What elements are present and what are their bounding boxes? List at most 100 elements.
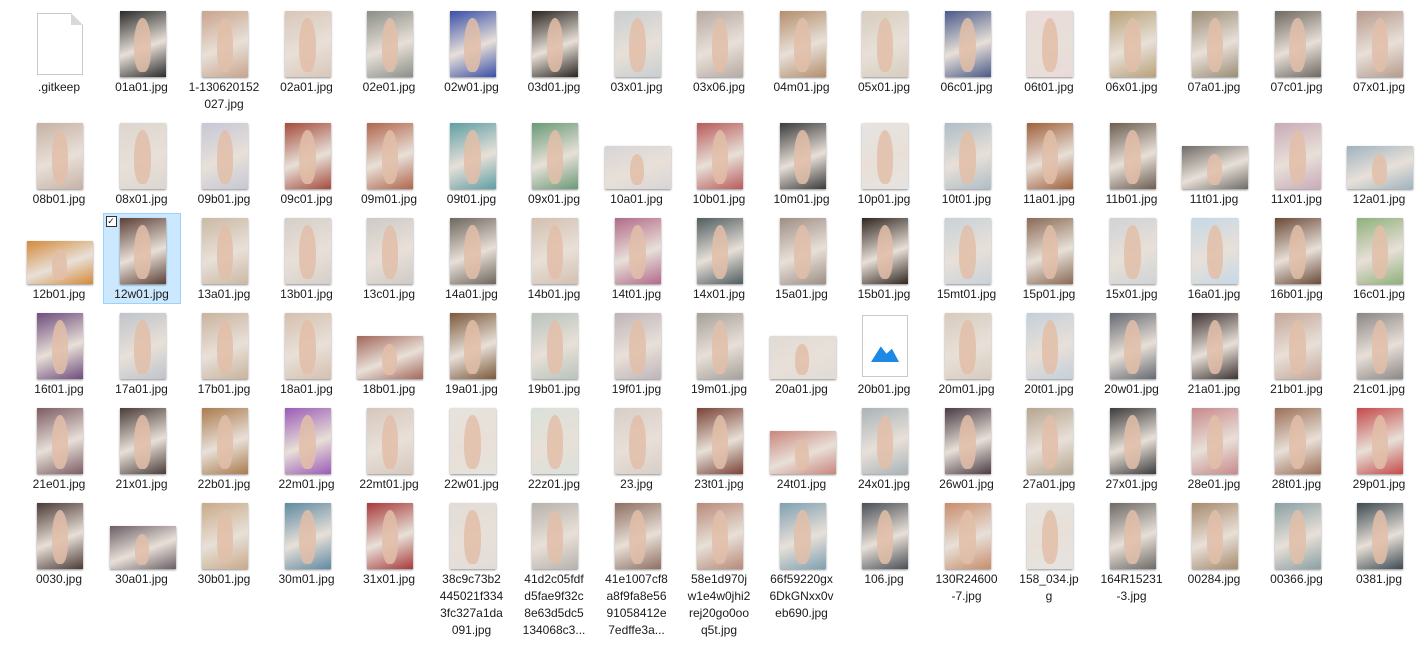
file-item[interactable]: 21a01.jpg (1175, 308, 1253, 399)
file-item[interactable]: 15b01.jpg (845, 213, 923, 304)
file-item[interactable]: 21b01.jpg (1258, 308, 1336, 399)
file-item[interactable]: 27x01.jpg (1093, 403, 1171, 494)
file-item[interactable]: 08b01.jpg (20, 118, 98, 209)
file-item[interactable]: 15p01.jpg (1010, 213, 1088, 304)
file-item[interactable]: 06x01.jpg (1093, 6, 1171, 97)
file-item[interactable]: 09b01.jpg (185, 118, 263, 209)
file-item[interactable]: ✓ 12w01.jpg (102, 213, 181, 304)
file-item[interactable]: 28e01.jpg (1175, 403, 1253, 494)
file-item[interactable]: 31x01.jpg (350, 498, 428, 589)
file-item[interactable]: 23.jpg (598, 403, 676, 494)
file-item[interactable]: 16c01.jpg (1340, 213, 1418, 304)
file-item[interactable]: 22w01.jpg (433, 403, 511, 494)
file-item[interactable]: 14t01.jpg (598, 213, 676, 304)
file-item[interactable]: 03d01.jpg (515, 6, 593, 97)
file-item[interactable]: 158_034.jp g (1010, 498, 1088, 606)
file-item[interactable]: 106.jpg (845, 498, 923, 589)
file-item[interactable]: 22z01.jpg (515, 403, 593, 494)
file-item[interactable]: 02a01.jpg (268, 6, 346, 97)
file-item[interactable]: 13c01.jpg (350, 213, 428, 304)
file-item[interactable]: 06t01.jpg (1010, 6, 1088, 97)
file-item[interactable]: 15x01.jpg (1093, 213, 1171, 304)
file-item[interactable]: 24x01.jpg (845, 403, 923, 494)
file-item[interactable]: 164R15231 -3.jpg (1093, 498, 1171, 606)
file-item[interactable]: 23t01.jpg (680, 403, 758, 494)
file-item[interactable]: 11a01.jpg (1010, 118, 1088, 209)
file-item[interactable]: 12a01.jpg (1340, 118, 1418, 209)
file-item[interactable]: 14x01.jpg (680, 213, 758, 304)
file-item[interactable]: 13a01.jpg (185, 213, 263, 304)
file-item[interactable]: 41d2c05fdf d5fae9f32c 8e63d5dc5 134068c3... (515, 498, 593, 640)
file-item[interactable]: 02w01.jpg (433, 6, 511, 97)
file-item[interactable]: 11t01.jpg (1175, 118, 1253, 209)
file-item[interactable]: 18b01.jpg (350, 308, 428, 399)
file-item[interactable]: 03x06.jpg (680, 6, 758, 97)
file-item[interactable]: 29p01.jpg (1340, 403, 1418, 494)
file-item[interactable]: 09t01.jpg (433, 118, 511, 209)
file-item[interactable]: 14b01.jpg (515, 213, 593, 304)
file-item[interactable]: 19a01.jpg (433, 308, 511, 399)
file-item[interactable]: 20m01.jpg (928, 308, 1006, 399)
file-item[interactable]: 15mt01.jpg (928, 213, 1006, 304)
file-item[interactable]: 15a01.jpg (763, 213, 841, 304)
file-item[interactable]: 41e1007cf8 a8f9fa8e56 91058412e 7edffe3a... (598, 498, 676, 640)
file-item[interactable]: 20w01.jpg (1093, 308, 1171, 399)
file-item[interactable]: 38c9c73b2 445021f334 3fc327a1da 091.jpg (433, 498, 511, 640)
file-item[interactable]: 01a01.jpg (103, 6, 181, 97)
file-item[interactable]: 58e1d970j w1e4w0jhi2 rej20go0oo q5t.jpg (680, 498, 758, 640)
file-item[interactable]: 27a01.jpg (1010, 403, 1088, 494)
file-item[interactable]: 04m01.jpg (763, 6, 841, 97)
file-item[interactable]: 07x01.jpg (1340, 6, 1418, 97)
file-item[interactable]: 06c01.jpg (928, 6, 1006, 97)
file-item[interactable]: 11x01.jpg (1258, 118, 1336, 209)
file-item[interactable]: 20b01.jpg (845, 308, 923, 399)
file-item[interactable]: 10p01.jpg (845, 118, 923, 209)
file-item[interactable]: 07c01.jpg (1258, 6, 1336, 97)
file-item[interactable]: 66f59220gx 6DkGNxx0v eb690.jpg (763, 498, 841, 623)
file-item[interactable]: 0381.jpg (1340, 498, 1418, 589)
file-item[interactable]: 22m01.jpg (268, 403, 346, 494)
file-item[interactable]: 21e01.jpg (20, 403, 98, 494)
file-item[interactable]: 00284.jpg (1175, 498, 1253, 589)
file-item[interactable]: 30m01.jpg (268, 498, 346, 589)
file-item[interactable]: 24t01.jpg (763, 403, 841, 494)
file-item[interactable]: 19f01.jpg (598, 308, 676, 399)
file-item[interactable]: 18a01.jpg (268, 308, 346, 399)
file-item[interactable]: 09m01.jpg (350, 118, 428, 209)
file-item[interactable]: 12b01.jpg (20, 213, 98, 304)
file-item[interactable]: 19b01.jpg (515, 308, 593, 399)
file-item[interactable]: 14a01.jpg (433, 213, 511, 304)
file-item[interactable]: 13b01.jpg (268, 213, 346, 304)
file-item[interactable]: 17a01.jpg (103, 308, 181, 399)
file-item[interactable]: 28t01.jpg (1258, 403, 1336, 494)
file-item[interactable]: 21x01.jpg (103, 403, 181, 494)
file-item[interactable]: 16a01.jpg (1175, 213, 1253, 304)
file-item[interactable]: 1-130620152027.jpg (185, 6, 263, 114)
file-item[interactable]: 09c01.jpg (268, 118, 346, 209)
file-item[interactable]: 02e01.jpg (350, 6, 428, 97)
file-item[interactable]: 20t01.jpg (1010, 308, 1088, 399)
file-item[interactable]: 16t01.jpg (20, 308, 98, 399)
file-item[interactable]: 17b01.jpg (185, 308, 263, 399)
file-item[interactable]: 10m01.jpg (763, 118, 841, 209)
file-item[interactable]: 03x01.jpg (598, 6, 676, 97)
file-item[interactable]: 130R24600 -7.jpg (928, 498, 1006, 606)
file-item[interactable]: 05x01.jpg (845, 6, 923, 97)
file-item[interactable]: 08x01.jpg (103, 118, 181, 209)
file-item[interactable]: 16b01.jpg (1258, 213, 1336, 304)
file-item[interactable]: 00366.jpg (1258, 498, 1336, 589)
file-item[interactable]: 22mt01.jpg (350, 403, 428, 494)
file-item[interactable]: 30a01.jpg (103, 498, 181, 589)
selection-checkbox[interactable]: ✓ (105, 216, 117, 227)
file-item[interactable]: 09x01.jpg (515, 118, 593, 209)
file-item[interactable]: 10t01.jpg (928, 118, 1006, 209)
file-item[interactable]: 26w01.jpg (928, 403, 1006, 494)
file-item[interactable]: .gitkeep (20, 6, 98, 97)
file-item[interactable]: 07a01.jpg (1175, 6, 1253, 97)
file-item[interactable]: 0030.jpg (20, 498, 98, 589)
file-item[interactable]: 22b01.jpg (185, 403, 263, 494)
file-item[interactable]: 11b01.jpg (1093, 118, 1171, 209)
file-item[interactable]: 30b01.jpg (185, 498, 263, 589)
file-item[interactable]: 21c01.jpg (1340, 308, 1418, 399)
file-item[interactable]: 10b01.jpg (680, 118, 758, 209)
